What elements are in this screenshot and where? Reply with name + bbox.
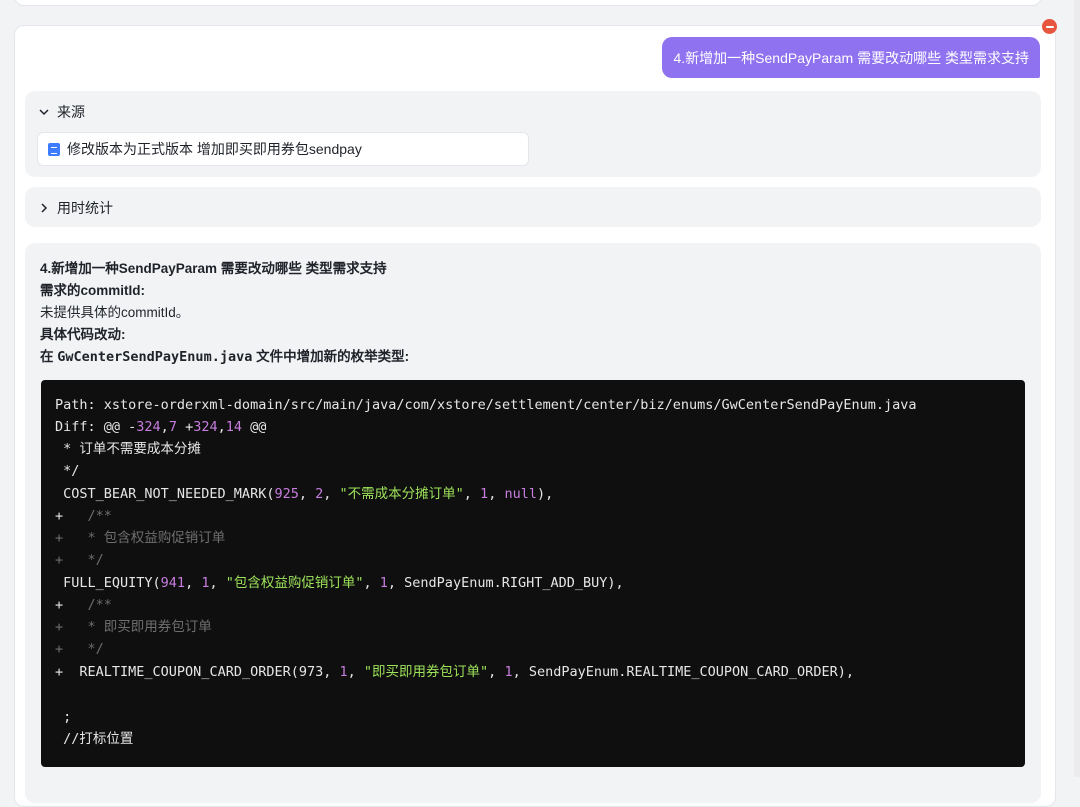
sources-toggle[interactable]: 来源 <box>37 102 85 122</box>
diff-num: 324 <box>136 419 161 435</box>
diff-num: 7 <box>168 419 177 435</box>
code-line: + * 包含权益购促销订单 <box>55 530 226 546</box>
code-line: */ <box>55 463 80 479</box>
code-num: 941 <box>160 575 186 591</box>
code-num: 925 <box>274 486 299 502</box>
document-icon <box>48 142 60 156</box>
code-comment: /** <box>71 597 112 613</box>
code-ident: REALTIME_COUPON_CARD_ORDER( <box>63 664 299 680</box>
code-line: + */ <box>55 641 104 657</box>
code-line: COST_BEAR_NOT_NEEDED_MARK(925, 2, "不需成本分… <box>55 486 554 502</box>
chevron-down-icon <box>39 109 49 116</box>
diff-num: 14 <box>225 419 243 435</box>
chevron-right-icon <box>41 203 48 213</box>
code-line: FULL_EQUITY(941, 1, "包含权益购促销订单", 1, Send… <box>55 575 624 591</box>
code-num: 2 <box>315 486 324 502</box>
code-line: + * 即买即用券包订单 <box>55 619 212 635</box>
code-line: //打标位置 <box>55 731 134 747</box>
code-num: 1 <box>379 575 388 591</box>
code-line: + /** <box>55 597 112 613</box>
code-block: Path: xstore-orderxml-domain/src/main/ja… <box>41 380 1025 767</box>
remove-icon[interactable] <box>1042 19 1057 34</box>
code-num: 1 <box>504 664 513 680</box>
file-name: GwCenterSendPayEnum.java <box>57 349 253 365</box>
code-num: 973 <box>298 664 324 680</box>
code-path-line: Path: xstore-orderxml-domain/src/main/ja… <box>55 397 917 413</box>
code-line: + /** <box>55 508 112 524</box>
code-ident: COST_BEAR_NOT_NEEDED_MARK( <box>55 486 275 502</box>
code-line: + REALTIME_COUPON_CARD_ORDER(973, 1, "即买… <box>55 664 854 680</box>
code-line: + */ <box>55 552 104 568</box>
timing-title: 用时统计 <box>57 200 113 216</box>
code-keyword: null <box>504 486 537 502</box>
code-comment: */ <box>71 552 104 568</box>
code-comment: * 即买即用券包订单 <box>71 619 212 635</box>
code-ident: SendPayEnum.REALTIME_COUPON_CARD_ORDER), <box>528 664 854 680</box>
code-comment: * 包含权益购促销订单 <box>71 530 226 546</box>
diff-suffix: @@ <box>242 419 267 435</box>
scrollbar-track[interactable] <box>1074 0 1080 777</box>
code-ident: FULL_EQUITY( <box>55 575 161 591</box>
sources-panel: 来源 修改版本为正式版本 增加即买即用券包sendpay <box>25 91 1041 177</box>
code-num: 1 <box>201 575 210 591</box>
code-string: "不需成本分摊订单" <box>339 486 464 502</box>
code-diff-line: Diff: @@ -324,7 +324,14 @@ <box>55 419 267 435</box>
code-string: "即买即用券包订单" <box>363 664 489 680</box>
code-num: 1 <box>339 664 348 680</box>
diff-num: 324 <box>193 419 218 435</box>
file-prefix: 在 <box>40 349 58 364</box>
timing-panel: 用时统计 <box>25 187 1041 227</box>
previous-message-card <box>14 0 1042 6</box>
source-link[interactable]: 修改版本为正式版本 增加即买即用券包sendpay <box>37 132 529 166</box>
file-suffix: 文件中增加新的枚举类型: <box>252 349 410 364</box>
user-message-bubble: 4.新增加一种SendPayParam 需要改动哪些 类型需求支持 <box>662 37 1040 78</box>
sources-title: 来源 <box>57 104 85 120</box>
diff-prefix: Diff: @@ - <box>55 419 137 435</box>
timing-toggle[interactable]: 用时统计 <box>37 198 113 218</box>
code-ident: SendPayEnum.RIGHT_ADD_BUY), <box>404 575 624 591</box>
commit-label: 需求的commitId: <box>40 283 146 298</box>
code-string: "包含权益购促销订单" <box>225 575 364 591</box>
code-num: 1 <box>480 486 489 502</box>
code-comment: /** <box>71 508 112 524</box>
file-line: 在 GwCenterSendPayEnum.java 文件中增加新的枚举类型: <box>40 345 409 365</box>
commit-value: 未提供具体的commitId。 <box>40 305 190 320</box>
code-change-label: 具体代码改动: <box>40 327 126 342</box>
answer-heading: 4.新增加一种SendPayParam 需要改动哪些 类型需求支持 <box>40 261 387 276</box>
code-comment: */ <box>71 641 104 657</box>
source-item-label: 修改版本为正式版本 增加即买即用券包sendpay <box>67 141 362 157</box>
code-line: ; <box>55 709 72 725</box>
code-line: * 订单不需要成本分摊 <box>55 441 201 457</box>
